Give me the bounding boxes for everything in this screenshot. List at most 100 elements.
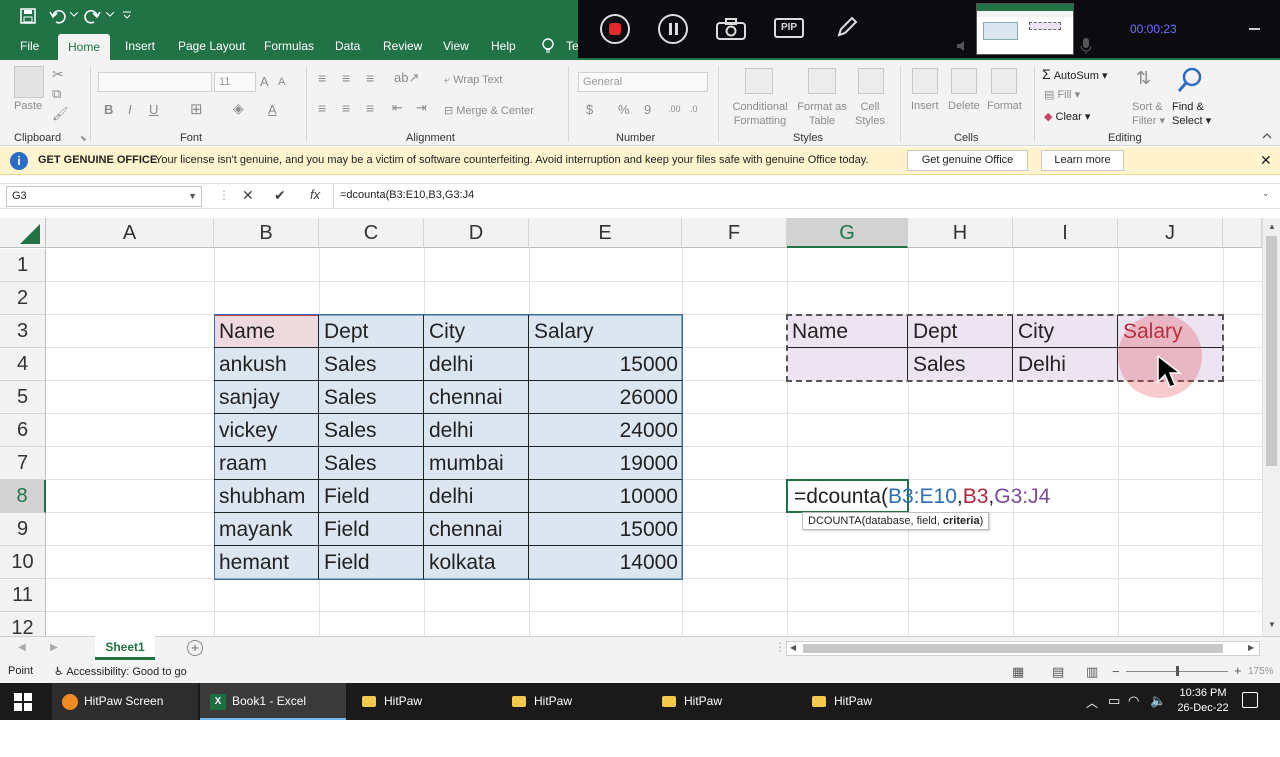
insert-cells-button[interactable]: Insert	[911, 100, 939, 112]
cell-editor-formula[interactable]: =dcounta(B3:E10,B3,G3:J4	[790, 480, 1050, 513]
worksheet-grid[interactable]: A B C D E F G H I J 1 2 3 4 5 6 7 8 9 10…	[0, 218, 1262, 636]
chevron-down-icon[interactable]: ▼	[188, 187, 197, 206]
fill-button[interactable]: ▤ Fill ▾	[1044, 88, 1080, 101]
criteria-cell[interactable]: Delhi	[1014, 348, 1066, 381]
font-size-box[interactable]: 11	[214, 72, 256, 92]
taskbar-item-hitpaw[interactable]: HitPaw	[812, 683, 872, 720]
clear-button[interactable]: ◆ Clear ▾	[1044, 110, 1090, 123]
save-icon[interactable]	[20, 8, 36, 24]
align-middle-icon[interactable]: ≡	[342, 70, 350, 86]
tab-tell-me[interactable]: Te	[566, 32, 579, 60]
cancel-icon[interactable]: ✕	[242, 187, 254, 204]
horizontal-scrollbar[interactable]: ◀ ▶	[786, 641, 1260, 656]
row-header[interactable]: 2	[0, 282, 46, 315]
row-header[interactable]: 12	[0, 612, 46, 636]
align-top-icon[interactable]: ≡	[318, 70, 326, 86]
paste-button[interactable]: Paste	[14, 100, 42, 112]
scroll-thumb[interactable]	[1266, 236, 1277, 466]
table-cell[interactable]: Field	[320, 546, 370, 579]
table-cell[interactable]: chennai	[425, 381, 503, 414]
wifi-icon[interactable]: ◠	[1128, 693, 1139, 709]
close-icon[interactable]: ✕	[1260, 152, 1272, 169]
enter-icon[interactable]: ✔	[274, 187, 286, 204]
tab-insert[interactable]: Insert	[125, 32, 155, 60]
format-as-table-icon[interactable]	[808, 68, 836, 94]
column-header-selected[interactable]: G	[787, 218, 908, 248]
row-header-selected[interactable]: 8	[0, 480, 46, 513]
align-bottom-icon[interactable]: ≡	[366, 70, 374, 86]
notifications-icon[interactable]	[1242, 692, 1258, 708]
row-header[interactable]: 11	[0, 579, 46, 612]
table-cell[interactable]: kolkata	[425, 546, 496, 579]
column-header[interactable]: J	[1118, 218, 1223, 248]
table-header-cell[interactable]: City	[425, 315, 465, 348]
align-center-icon[interactable]: ≡	[342, 100, 350, 116]
conditional-formatting-button[interactable]: Conditional Formatting	[730, 100, 790, 128]
tab-view[interactable]: View	[443, 32, 469, 60]
name-box[interactable]: G3 ▼	[6, 186, 202, 207]
chevron-down-icon[interactable]	[106, 12, 114, 18]
pause-button[interactable]	[658, 14, 688, 44]
table-cell[interactable]: mayank	[215, 513, 293, 546]
decrease-decimal-icon[interactable]: .0	[690, 104, 698, 114]
table-cell[interactable]: 19000	[529, 447, 682, 480]
column-header[interactable]: B	[214, 218, 319, 248]
borders-icon[interactable]: ⊞	[190, 100, 203, 118]
column-header[interactable]: H	[908, 218, 1013, 248]
cell-styles-icon[interactable]	[858, 68, 884, 94]
format-as-table-button[interactable]: Format as Table	[794, 100, 850, 128]
table-cell[interactable]: 26000	[529, 381, 682, 414]
redo-icon[interactable]	[84, 7, 102, 25]
insert-function-icon[interactable]: fx	[310, 187, 320, 202]
column-header[interactable]	[1223, 218, 1262, 248]
row-header[interactable]: 1	[0, 249, 46, 282]
tab-page-layout[interactable]: Page Layout	[178, 32, 245, 60]
undo-icon[interactable]	[48, 7, 66, 25]
find-select-button[interactable]: Find & Select ▾	[1172, 100, 1211, 128]
table-cell[interactable]: Sales	[320, 381, 377, 414]
tab-review[interactable]: Review	[383, 32, 422, 60]
tab-home[interactable]: Home	[58, 34, 111, 60]
learn-more-button[interactable]: Learn more	[1041, 150, 1124, 171]
expand-formula-icon[interactable]: ⌄	[1262, 188, 1270, 199]
table-cell[interactable]: delhi	[425, 414, 473, 447]
prev-sheet-icon[interactable]: ◀	[18, 642, 26, 653]
insert-cells-icon[interactable]	[912, 68, 938, 94]
orientation-icon[interactable]: ab↗	[394, 70, 419, 86]
criteria-cell[interactable]: Sales	[909, 348, 966, 381]
chevron-down-icon[interactable]	[70, 12, 78, 18]
criteria-header-cell[interactable]: Dept	[909, 315, 957, 348]
dialog-launcher-icon[interactable]: ⬊	[80, 134, 87, 143]
row-header[interactable]: 9	[0, 513, 46, 546]
row-header[interactable]: 3	[0, 315, 46, 348]
scroll-left-icon[interactable]: ◀	[790, 643, 796, 652]
font-name-box[interactable]	[98, 72, 212, 92]
cell-styles-button[interactable]: Cell Styles	[850, 100, 890, 128]
taskbar-item-hitpaw[interactable]: HitPaw	[362, 683, 422, 720]
font-color-icon[interactable]: A	[268, 102, 277, 117]
row-header[interactable]: 7	[0, 447, 46, 480]
taskbar-item-excel[interactable]: X Book1 - Excel	[200, 683, 346, 720]
comma-style-icon[interactable]: 9	[644, 102, 651, 117]
paste-icon[interactable]	[14, 66, 44, 98]
table-cell[interactable]: 15000	[529, 348, 682, 381]
table-cell[interactable]: raam	[215, 447, 267, 480]
cut-icon[interactable]: ✂	[52, 66, 64, 83]
underline-icon[interactable]: U	[149, 102, 158, 117]
table-header-cell[interactable]: Dept	[320, 315, 368, 348]
increase-decimal-icon[interactable]: .00	[668, 104, 681, 114]
bold-icon[interactable]: B	[104, 102, 113, 117]
row-header[interactable]: 5	[0, 381, 46, 414]
row-header[interactable]: 6	[0, 414, 46, 447]
shrink-font-icon[interactable]: A	[278, 76, 285, 88]
page-break-view-icon[interactable]: ▥	[1086, 664, 1098, 680]
function-tooltip[interactable]: DCOUNTA(database, field, criteria)	[802, 512, 990, 530]
sheet-tab-sheet1[interactable]: Sheet1	[95, 636, 155, 660]
row-header[interactable]: 10	[0, 546, 46, 579]
scroll-thumb[interactable]	[803, 644, 1223, 653]
minimize-icon[interactable]	[1249, 28, 1260, 30]
table-header-cell[interactable]: Name	[215, 315, 275, 348]
table-cell[interactable]: Field	[320, 513, 370, 546]
table-cell[interactable]: 15000	[529, 513, 682, 546]
tab-file[interactable]: File	[20, 32, 39, 60]
